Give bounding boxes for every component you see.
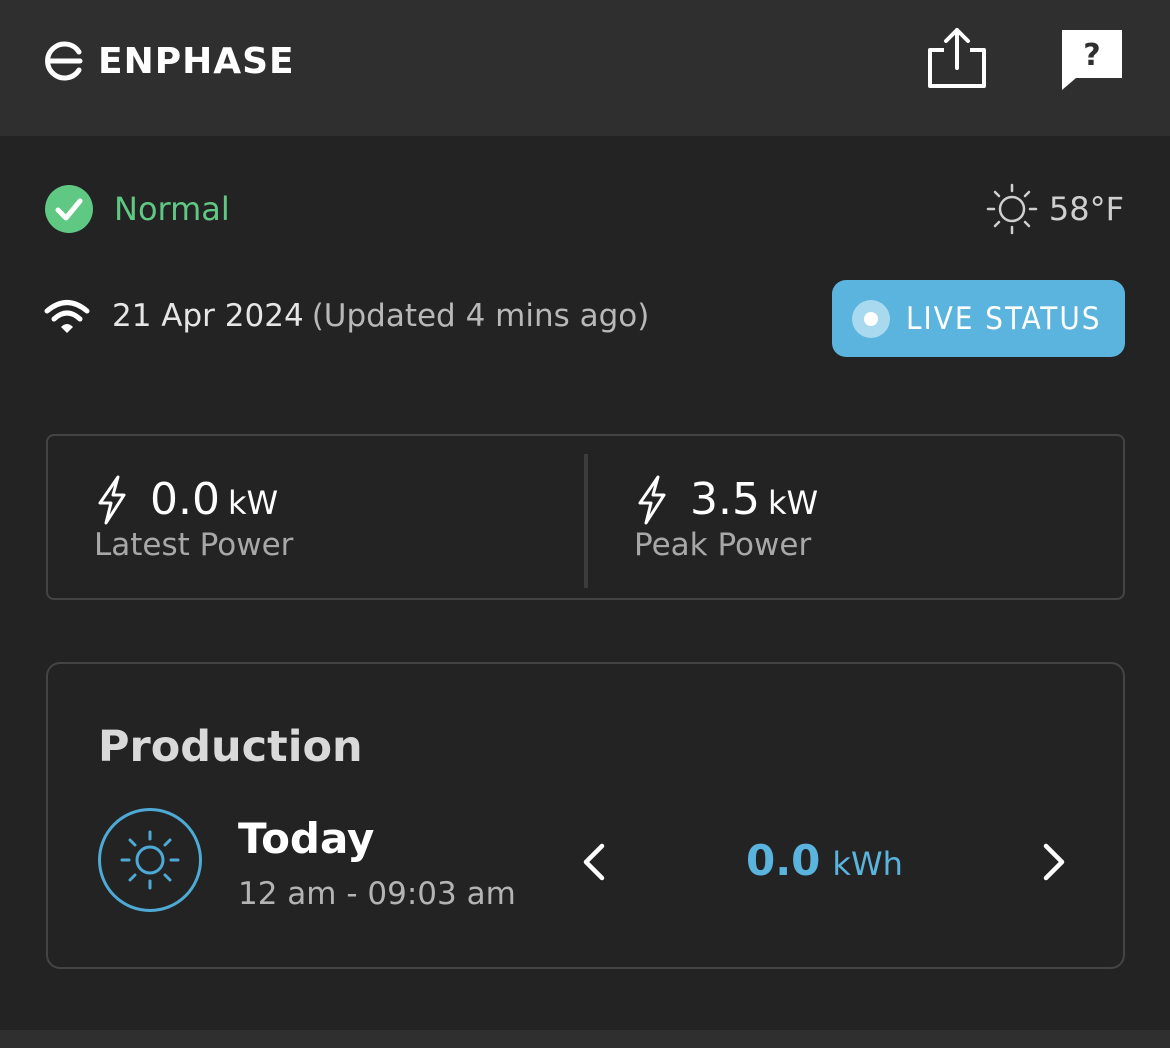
- lightning-bolt-icon: [638, 475, 666, 524]
- sun-icon: [986, 183, 1038, 235]
- peak-power-label: Peak Power: [634, 527, 812, 563]
- update-info: 21 Apr 2024 (Updated 4 mins ago): [44, 296, 649, 336]
- help-button[interactable]: ?: [1058, 26, 1126, 92]
- enphase-logo: ENPHASE: [44, 40, 295, 82]
- energy-value: 0.0: [746, 836, 821, 885]
- power-divider: [584, 454, 588, 588]
- period-sun-badge: [98, 808, 202, 912]
- temperature: 58°F: [1048, 190, 1124, 228]
- next-period-button[interactable]: [1038, 840, 1070, 884]
- production-card[interactable]: Production Today 12 am - 09:03 am 0.0 kW…: [46, 662, 1125, 969]
- energy-unit: kWh: [832, 845, 903, 883]
- live-status-button[interactable]: LIVE STATUS: [832, 280, 1125, 357]
- help-chat-icon: ?: [1062, 30, 1122, 90]
- wifi-icon: [44, 300, 90, 333]
- share-icon: [928, 28, 986, 88]
- update-note: (Updated 4 mins ago): [311, 298, 650, 334]
- system-status: Normal: [44, 184, 230, 234]
- status-label: Normal: [114, 190, 230, 228]
- latest-power-label: Latest Power: [94, 527, 294, 563]
- app-header: ENPHASE ?: [0, 0, 1170, 136]
- peak-power: 3.5 kW Peak Power: [634, 474, 818, 563]
- enphase-logo-icon: [45, 41, 83, 81]
- brand-name: ENPHASE: [98, 40, 295, 82]
- latest-power-value: 0.0: [150, 474, 220, 525]
- share-button[interactable]: [926, 26, 988, 90]
- latest-power-unit: kW: [227, 484, 279, 522]
- power-card: 0.0 kW Latest Power 3.5 kW Peak Power: [46, 434, 1125, 600]
- chevron-right-icon: [1043, 843, 1065, 881]
- latest-power: 0.0 kW Latest Power: [94, 474, 293, 563]
- sun-icon: [120, 830, 180, 890]
- period-label: Today: [238, 814, 375, 863]
- live-dot-icon: [852, 299, 890, 338]
- period-range: 12 am - 09:03 am: [238, 876, 516, 912]
- update-date: 21 Apr 2024: [112, 298, 304, 334]
- lightning-bolt-icon: [98, 475, 126, 524]
- bottom-strip: [0, 1030, 1170, 1048]
- chevron-left-icon: [583, 843, 605, 881]
- check-circle-icon: [45, 185, 93, 233]
- peak-power-value: 3.5: [690, 474, 760, 525]
- production-title: Production: [98, 722, 363, 772]
- production-energy: 0.0 kWh: [746, 836, 903, 885]
- peak-power-unit: kW: [767, 484, 819, 522]
- svg-text:?: ?: [1083, 38, 1100, 73]
- previous-period-button[interactable]: [578, 840, 610, 884]
- weather-info: 58°F: [985, 182, 1124, 236]
- live-status-label: LIVE STATUS: [906, 300, 1102, 337]
